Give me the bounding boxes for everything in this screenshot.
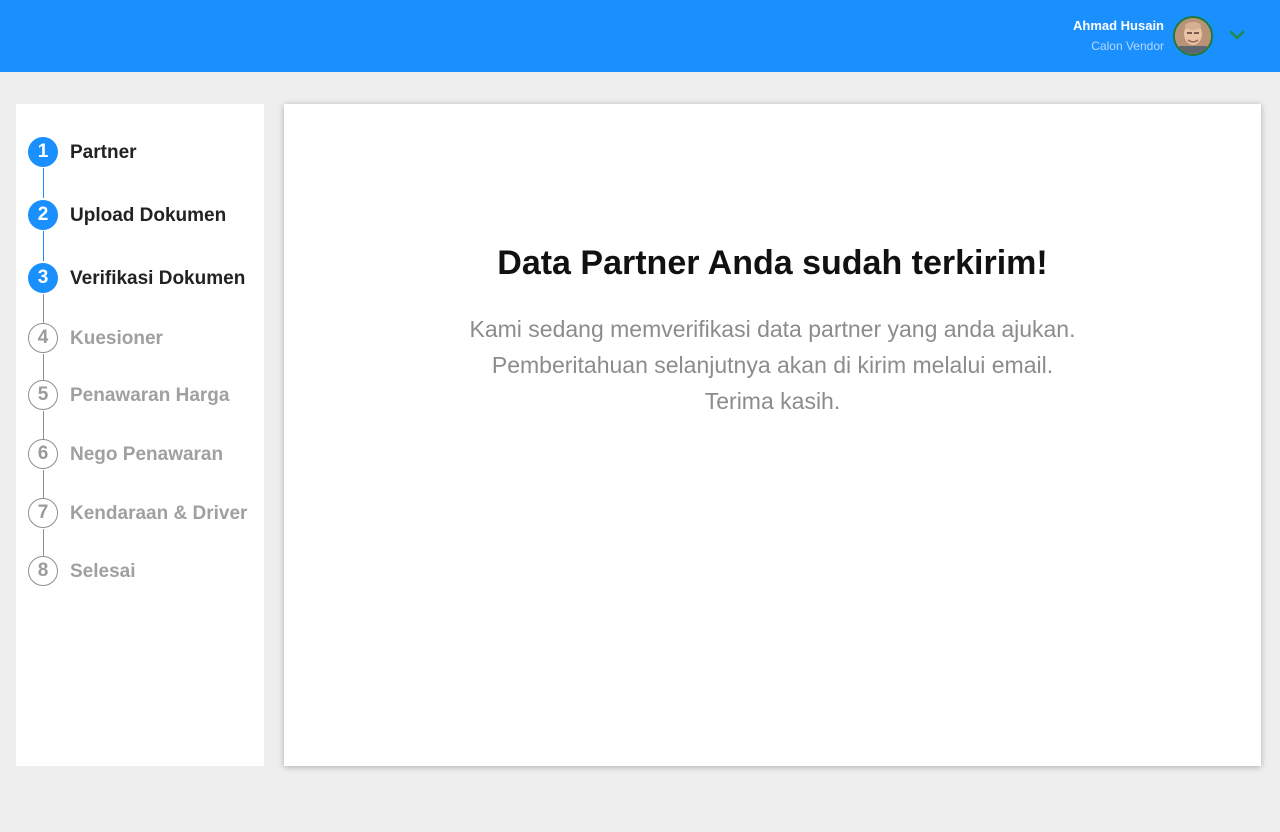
step-label: Upload Dokumen — [70, 205, 227, 226]
main-content-card: Data Partner Anda sudah terkirim! Kami s… — [284, 104, 1261, 766]
step-number: 4 — [28, 323, 58, 353]
message-line: Terima kasih. — [704, 388, 841, 414]
step-connector — [43, 529, 44, 557]
step-connector — [43, 470, 44, 499]
step-label: Nego Penawaran — [70, 444, 224, 465]
step-kuesioner[interactable]: 4 Kuesioner — [28, 323, 264, 355]
confirmation-message: Kami sedang memverifikasi data partner y… — [284, 311, 1261, 419]
step-connector — [43, 168, 44, 198]
message-line: Pemberitahuan selanjutnya akan di kirim … — [491, 352, 1054, 378]
step-connector — [43, 231, 44, 261]
step-nego-penawaran[interactable]: 6 Nego Penawaran — [28, 439, 264, 471]
step-connector — [43, 411, 44, 440]
step-verifikasi-dokumen[interactable]: 3 Verifikasi Dokumen — [28, 263, 264, 295]
step-number: 1 — [28, 137, 58, 167]
steps-sidebar: 1 Partner 2 Upload Dokumen 3 Verifikasi … — [16, 104, 264, 766]
chevron-down-icon[interactable] — [1228, 28, 1246, 42]
step-label: Selesai — [70, 561, 136, 582]
step-penawaran-harga[interactable]: 5 Penawaran Harga — [28, 380, 264, 412]
person-photo-icon — [1175, 18, 1211, 54]
step-number: 3 — [28, 263, 58, 293]
step-connector — [43, 294, 44, 324]
step-number: 5 — [28, 380, 58, 410]
step-partner[interactable]: 1 Partner — [28, 137, 264, 169]
step-label: Partner — [70, 142, 137, 163]
step-number: 2 — [28, 200, 58, 230]
user-info[interactable]: Ahmad Husain Calon Vendor — [1073, 17, 1164, 55]
step-number: 8 — [28, 556, 58, 586]
page-title: Data Partner Anda sudah terkirim! — [497, 244, 1048, 282]
step-upload-dokumen[interactable]: 2 Upload Dokumen — [28, 200, 264, 232]
step-label: Kuesioner — [70, 328, 163, 349]
step-label: Penawaran Harga — [70, 385, 230, 406]
step-label: Verifikasi Dokumen — [70, 268, 246, 289]
step-number: 6 — [28, 439, 58, 469]
user-role: Calon Vendor — [1091, 39, 1164, 53]
step-kendaraan-driver[interactable]: 7 Kendaraan & Driver — [28, 498, 264, 530]
step-selesai[interactable]: 8 Selesai — [28, 556, 264, 588]
step-number: 7 — [28, 498, 58, 528]
step-connector — [43, 354, 44, 381]
user-avatar[interactable] — [1173, 16, 1213, 56]
message-line: Kami sedang memverifikasi data partner y… — [469, 316, 1076, 342]
top-bar: Ahmad Husain Calon Vendor — [0, 0, 1280, 72]
user-name: Ahmad Husain — [1072, 18, 1164, 33]
step-label: Kendaraan & Driver — [70, 503, 248, 524]
